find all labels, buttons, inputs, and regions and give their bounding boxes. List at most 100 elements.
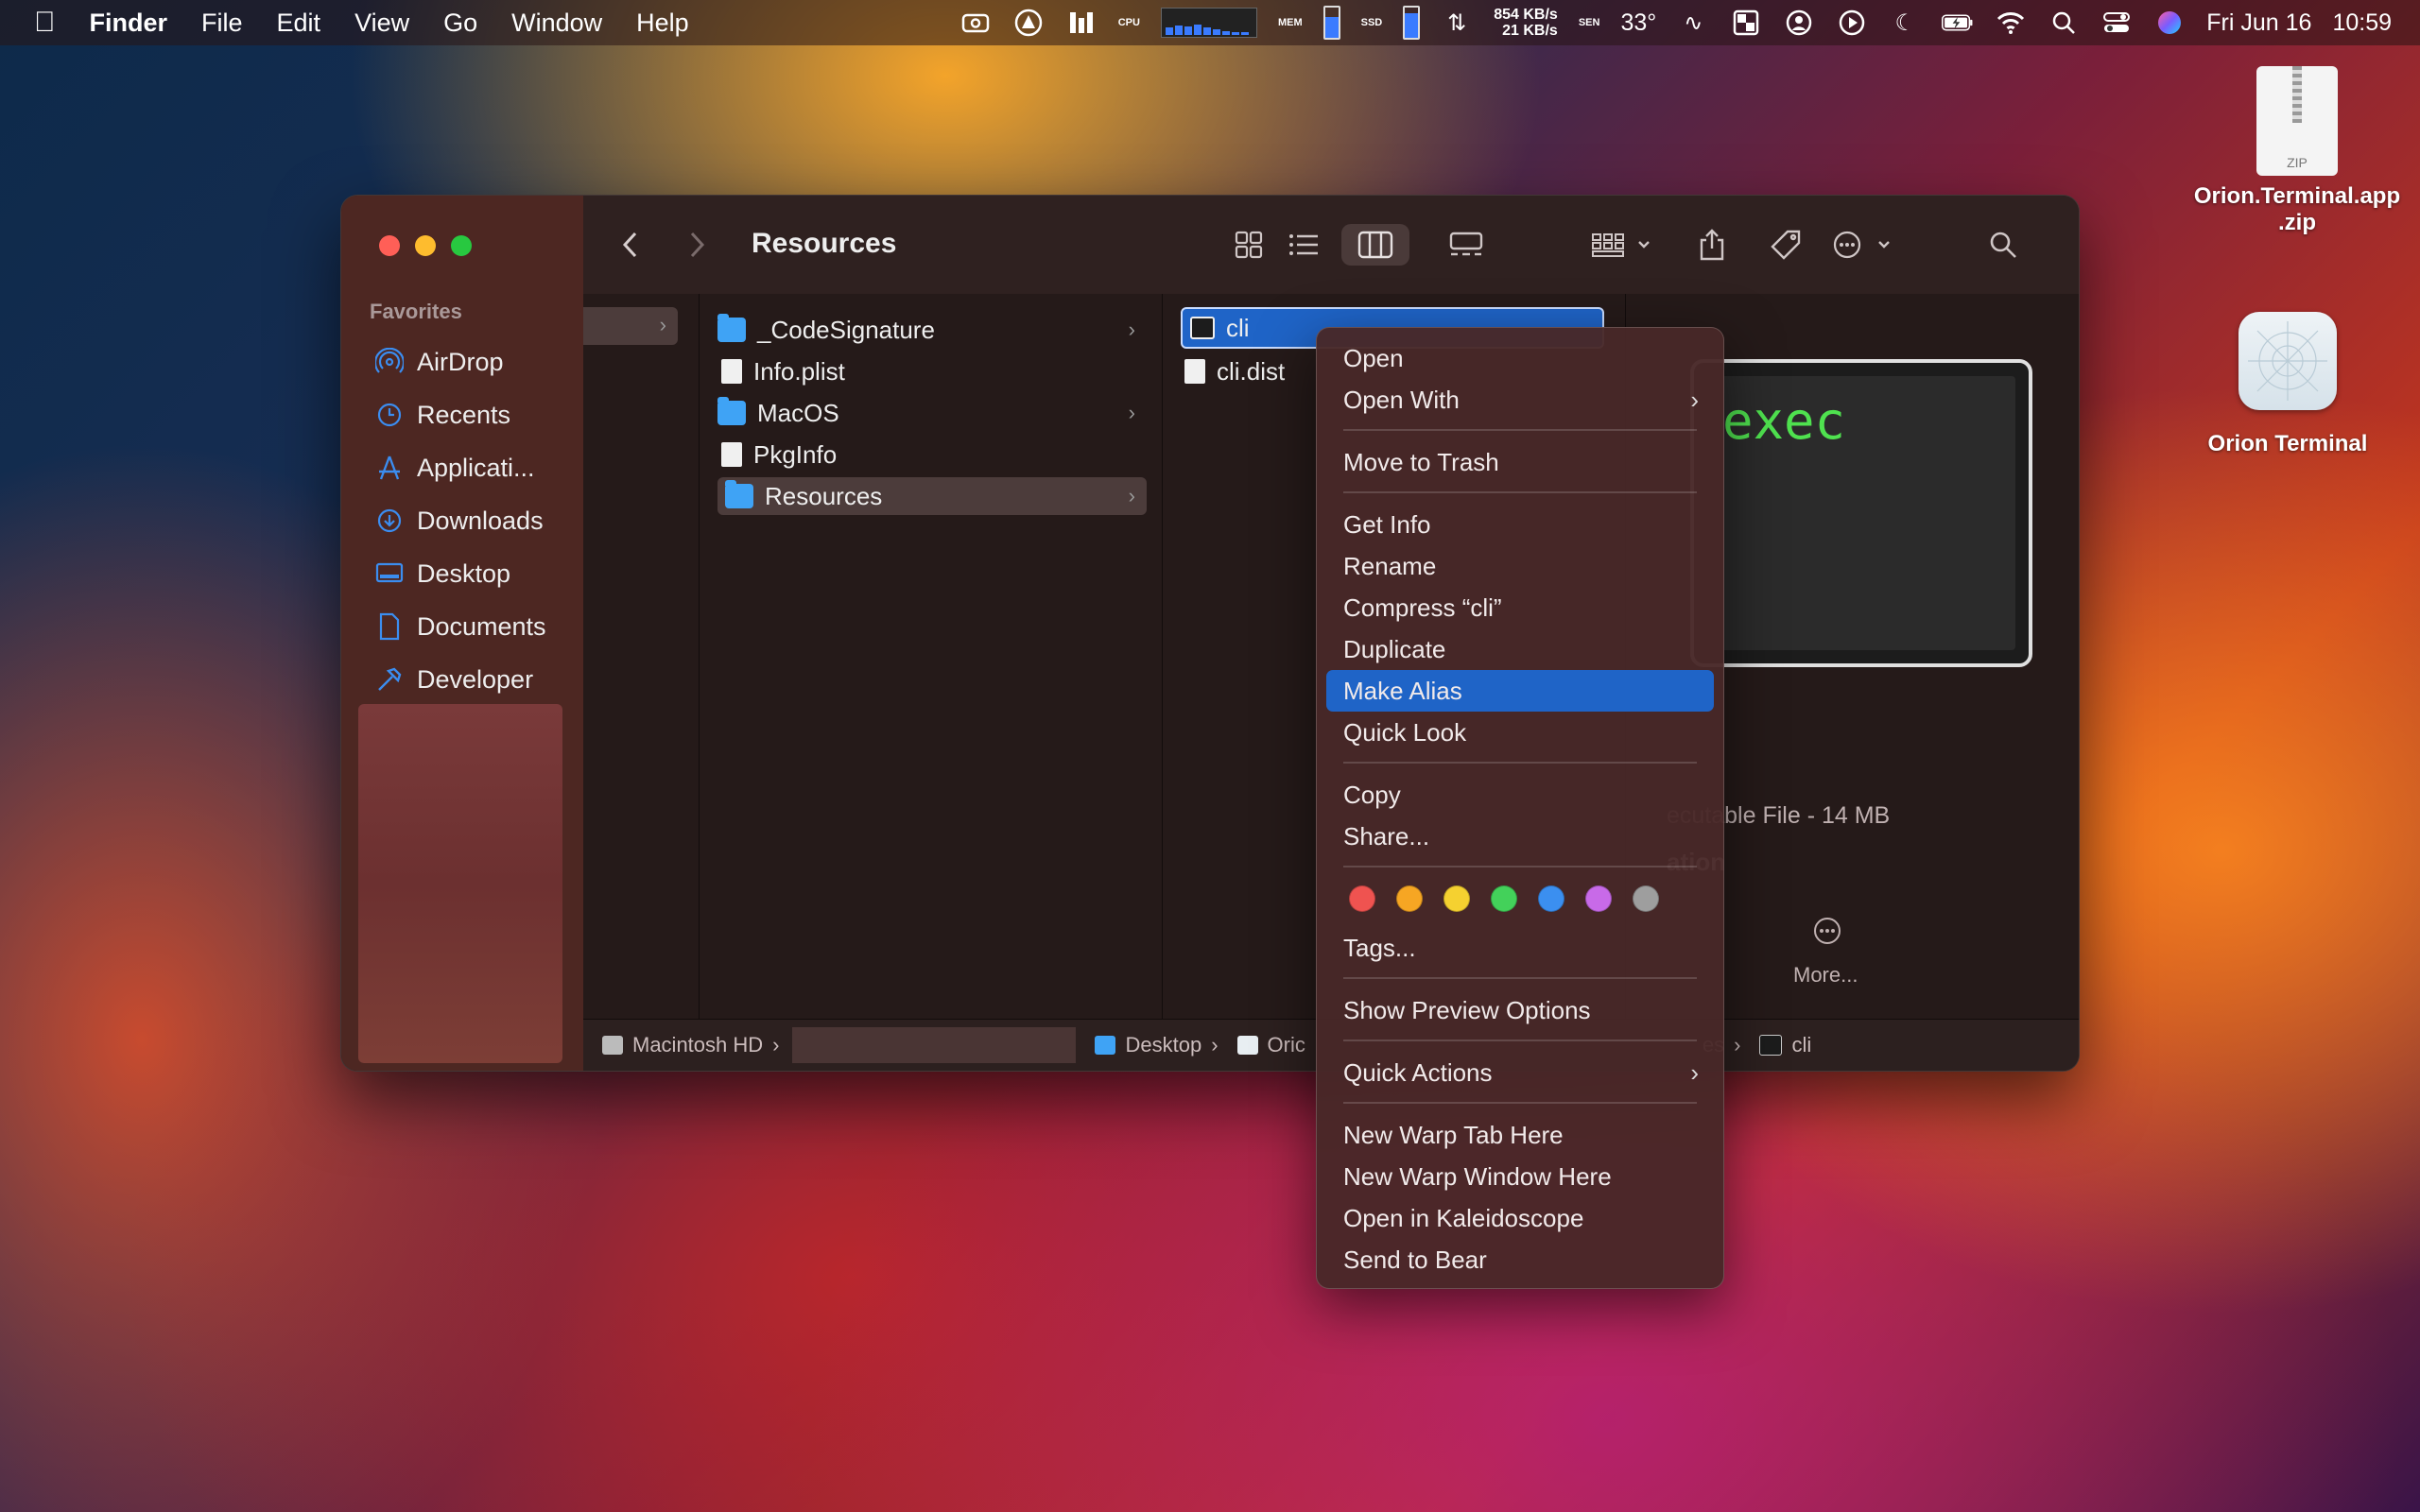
list-item[interactable]: PkgInfo xyxy=(717,436,1147,473)
path-item-desktop[interactable]: Desktop › xyxy=(1095,1033,1219,1057)
more-label[interactable]: More... xyxy=(1793,963,1858,988)
apple-menu-icon[interactable]:  xyxy=(34,7,56,39)
menu-finder[interactable]: Finder xyxy=(90,9,168,38)
ssd-gauge xyxy=(1403,6,1421,40)
menu-item-send-to-bear[interactable]: Send to Bear xyxy=(1326,1239,1714,1280)
menu-item-get-info[interactable]: Get Info xyxy=(1326,504,1714,545)
menu-item-new-warp-window[interactable]: New Warp Window Here xyxy=(1326,1156,1714,1197)
close-button[interactable] xyxy=(379,235,400,256)
menu-item-copy[interactable]: Copy xyxy=(1326,774,1714,816)
sidebar-item-documents[interactable]: Documents xyxy=(358,600,546,653)
menu-item-show-preview-options[interactable]: Show Preview Options xyxy=(1326,989,1714,1031)
path-item-orion[interactable]: Oric xyxy=(1236,1033,1305,1057)
path-item-cli[interactable]: cli xyxy=(1759,1033,1811,1057)
chevron-right-icon: › xyxy=(1128,484,1135,507)
minimize-button[interactable] xyxy=(415,235,436,256)
menu-go[interactable]: Go xyxy=(443,9,477,38)
sidebar-item-airdrop[interactable]: AirDrop xyxy=(358,335,546,388)
gallery-view-button[interactable] xyxy=(1445,224,1487,266)
menu-item-share[interactable]: Share... xyxy=(1326,816,1714,857)
menu-item-quick-look[interactable]: Quick Look xyxy=(1326,712,1714,753)
tag-blue[interactable] xyxy=(1538,885,1564,912)
list-item[interactable]: _CodeSignature › xyxy=(717,311,1147,349)
tag-red[interactable] xyxy=(1349,885,1375,912)
tag-orange[interactable] xyxy=(1396,885,1423,912)
menu-item-tags[interactable]: Tags... xyxy=(1326,927,1714,969)
window-layout-icon[interactable] xyxy=(1730,9,1762,37)
network-arrows-icon: ⇅ xyxy=(1447,9,1467,36)
menu-item-open-with[interactable]: Open With › xyxy=(1326,379,1714,421)
sidebar-item-developer[interactable]: Developer xyxy=(358,653,546,706)
list-item[interactable]: MacOS › xyxy=(717,394,1147,432)
desktop-item-zip[interactable]: ZIP Orion.Terminal.app .zip xyxy=(2184,66,2411,236)
temperature: 33° xyxy=(1620,9,1657,36)
tag-gray[interactable] xyxy=(1633,885,1659,912)
sidebar-item-downloads[interactable]: Downloads xyxy=(358,494,546,547)
camera-icon[interactable] xyxy=(959,9,992,37)
list-item-selected[interactable]: Resources › xyxy=(717,477,1147,515)
folder-icon xyxy=(717,314,746,342)
control-center-icon[interactable] xyxy=(2100,9,2133,37)
path-label: Oric xyxy=(1267,1033,1305,1057)
scribble-icon[interactable]: ∿ xyxy=(1677,9,1709,37)
stats-icon[interactable] xyxy=(1065,9,1098,37)
tag-yellow[interactable] xyxy=(1443,885,1470,912)
list-view-button[interactable] xyxy=(1283,224,1324,266)
share-icon[interactable] xyxy=(1691,224,1733,266)
menu-item-open[interactable]: Open xyxy=(1326,337,1714,379)
moon-icon[interactable]: ☾ xyxy=(1889,9,1921,37)
menu-help[interactable]: Help xyxy=(636,9,689,38)
sidebar-list: AirDrop Recents Applicati... Downloads D… xyxy=(358,335,546,706)
app-label: Orion Terminal xyxy=(2207,431,2368,456)
icon-view-button[interactable] xyxy=(1228,224,1270,266)
app-icon xyxy=(2238,312,2337,410)
menubar-date[interactable]: Fri Jun 16 xyxy=(2206,9,2311,37)
user-icon[interactable] xyxy=(1783,9,1815,37)
search-icon[interactable] xyxy=(1982,224,2024,266)
siri-icon[interactable] xyxy=(2153,9,2186,37)
column-view-button[interactable] xyxy=(1341,224,1409,266)
chevron-right-icon: › xyxy=(1128,401,1135,424)
column-1-selected-row[interactable]: › xyxy=(583,307,678,345)
desktop-item-orion-terminal[interactable]: Orion Terminal xyxy=(2174,312,2401,457)
mem-gauge xyxy=(1322,6,1340,40)
tag-purple[interactable] xyxy=(1585,885,1612,912)
sidebar-item-desktop[interactable]: Desktop xyxy=(358,547,546,600)
zoom-button[interactable] xyxy=(451,235,472,256)
menu-item-open-kaleidoscope[interactable]: Open in Kaleidoscope xyxy=(1326,1197,1714,1239)
menu-item-make-alias[interactable]: Make Alias xyxy=(1326,670,1714,712)
sidebar-item-label: AirDrop xyxy=(417,347,504,376)
list-item[interactable]: Info.plist xyxy=(717,352,1147,390)
menu-item-quick-actions[interactable]: Quick Actions › xyxy=(1326,1052,1714,1093)
battery-icon[interactable] xyxy=(1942,9,1974,37)
menu-separator xyxy=(1343,491,1697,493)
cpu-label: CPU xyxy=(1117,16,1140,28)
play-icon[interactable] xyxy=(1836,9,1868,37)
vpn-icon[interactable] xyxy=(1012,9,1045,37)
sidebar-item-applications[interactable]: Applicati... xyxy=(358,441,546,494)
menu-item-move-to-trash[interactable]: Move to Trash xyxy=(1326,441,1714,483)
menu-item-compress[interactable]: Compress “cli” xyxy=(1326,587,1714,628)
chevron-right-icon: › xyxy=(659,313,666,336)
more-icon[interactable] xyxy=(1812,916,1850,954)
forward-button[interactable] xyxy=(676,224,717,266)
menu-view[interactable]: View xyxy=(354,9,409,38)
tag-green[interactable] xyxy=(1491,885,1517,912)
sidebar-item-recents[interactable]: Recents xyxy=(358,388,546,441)
menu-window[interactable]: Window xyxy=(511,9,602,38)
menu-item-duplicate[interactable]: Duplicate xyxy=(1326,628,1714,670)
menu-edit[interactable]: Edit xyxy=(277,9,321,38)
sidebar-item-label: Applicati... xyxy=(417,453,535,482)
wifi-icon[interactable] xyxy=(1995,9,2027,37)
executable-icon xyxy=(1190,317,1215,339)
menu-item-rename[interactable]: Rename xyxy=(1326,545,1714,587)
group-by-button[interactable] xyxy=(1585,224,1661,266)
menu-item-new-warp-tab[interactable]: New Warp Tab Here xyxy=(1326,1114,1714,1156)
spotlight-search-icon[interactable] xyxy=(2048,9,2080,37)
tag-icon[interactable] xyxy=(1765,224,1806,266)
back-button[interactable] xyxy=(610,224,651,266)
path-item-macintosh-hd[interactable]: Macintosh HD › xyxy=(602,1033,779,1057)
menubar-time[interactable]: 10:59 xyxy=(2332,9,2392,37)
more-actions-button[interactable] xyxy=(1827,224,1903,266)
menu-file[interactable]: File xyxy=(201,9,243,38)
